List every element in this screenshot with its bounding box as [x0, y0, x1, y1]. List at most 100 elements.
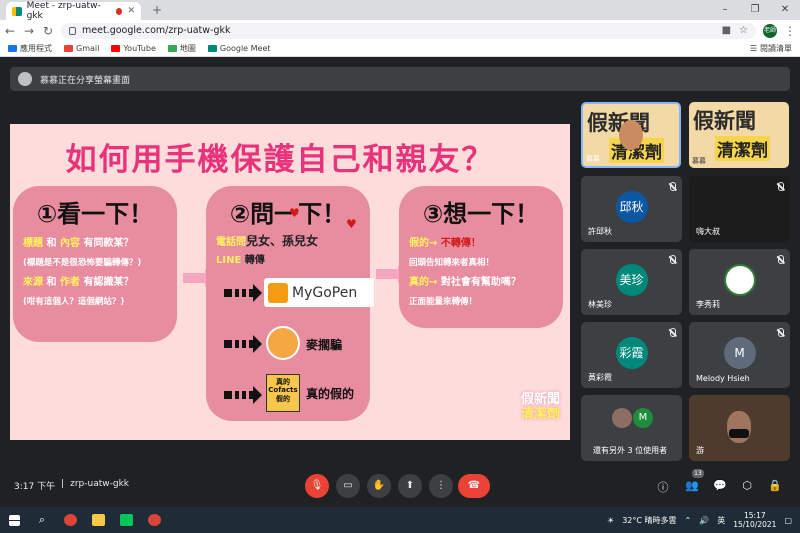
- participant-avatar-image: [723, 264, 756, 296]
- raise-hand-button[interactable]: ✋: [367, 474, 391, 498]
- chrome-icon: [63, 514, 77, 526]
- mic-off-icon: [778, 328, 784, 337]
- windows-taskbar: ⌕ ☀ 32°C 晴時多雲 ⌃ 🔊 英 15:17 15/10/2021 ▢: [0, 507, 800, 533]
- bookmark-apps[interactable]: 應用程式: [8, 43, 52, 54]
- bookmark-meet[interactable]: Google Meet: [207, 44, 271, 53]
- address-bar-actions: ■ ☆: [722, 25, 748, 36]
- weather-text[interactable]: 32°C 晴時多雲: [622, 515, 676, 526]
- card-look-line-4: (咁有這個人？這個網站？): [23, 297, 125, 307]
- address-bar[interactable]: meet.google.com/zrp-uatw-gkk ■ ☆: [61, 22, 756, 39]
- reload-icon[interactable]: ↻: [42, 24, 54, 38]
- people-icon[interactable]: 👥: [685, 479, 699, 492]
- forward-icon[interactable]: →: [23, 24, 35, 38]
- taskbar-explorer[interactable]: [84, 507, 112, 533]
- apps-grid-icon: [8, 45, 17, 52]
- pointer-arrow-icon: [224, 284, 262, 302]
- participant-avatar: 邱秋: [615, 191, 648, 223]
- pointer-arrow-icon: [224, 335, 262, 353]
- meeting-info: 3:17 下午 | zrp-uatw-gkk: [14, 479, 129, 492]
- participant-avatar: 彩霞: [615, 337, 648, 369]
- participant-tile[interactable]: 李秀莉: [689, 249, 790, 315]
- system-tray: ☀ 32°C 晴時多雲 ⌃ 🔊 英 15:17 15/10/2021 ▢: [607, 511, 800, 529]
- activities-icon[interactable]: ⬡: [740, 479, 754, 492]
- notifications-icon[interactable]: ▢: [784, 516, 792, 525]
- leave-call-button[interactable]: ☎: [458, 474, 490, 498]
- camera-toggle-button[interactable]: ▭: [336, 474, 360, 498]
- meeting-code: zrp-uatw-gkk: [70, 479, 130, 489]
- taskbar-chrome-profile[interactable]: [140, 507, 168, 533]
- taskbar-line[interactable]: [112, 507, 140, 533]
- mic-off-icon: [670, 182, 676, 191]
- tab-meet[interactable]: Meet - zrp-uatw-gkk ✕: [6, 1, 141, 21]
- card-ask-line-1: 電話問兒女、孫兒女: [216, 234, 319, 248]
- tray-overflow-icon[interactable]: ⌃: [685, 516, 692, 525]
- host-controls-icon[interactable]: 🔒: [768, 479, 782, 492]
- mailibian-logo: [266, 326, 300, 360]
- reading-list[interactable]: ☰ 閱讀清單: [750, 43, 792, 54]
- more-options-button[interactable]: ⋮: [429, 474, 453, 498]
- maximize-icon[interactable]: ❐: [740, 0, 770, 20]
- participant-tile[interactable]: 嗨大叔: [689, 176, 790, 242]
- chat-icon[interactable]: 💬: [713, 479, 727, 492]
- pointer-arrow-icon: [224, 386, 262, 404]
- tab-title: Meet - zrp-uatw-gkk: [26, 1, 101, 21]
- present-button[interactable]: ⬆: [398, 474, 422, 498]
- recording-dot-icon: [115, 7, 123, 15]
- heart-icon: ♥: [346, 217, 357, 231]
- back-icon[interactable]: ←: [4, 24, 16, 38]
- participant-tile-video[interactable]: 游: [689, 395, 790, 461]
- taskbar-clock[interactable]: 15:17 15/10/2021: [733, 511, 776, 529]
- close-tab-icon[interactable]: ✕: [127, 6, 135, 16]
- close-window-icon[interactable]: ✕: [770, 0, 800, 20]
- minimize-icon[interactable]: –: [710, 0, 740, 20]
- participant-tile-presenter[interactable]: 假新聞 清潔劑 慕慕: [581, 102, 681, 168]
- meet-control-bar: 3:17 下午 | zrp-uatw-gkk 🎙 ▭ ✋ ⬆ ⋮ ☎ ⓘ 13 …: [0, 467, 800, 507]
- bookmark-maps[interactable]: 地圖: [167, 43, 196, 54]
- people-count-badge: 13: [692, 469, 704, 478]
- chrome-profile-icon: [147, 514, 161, 526]
- search-button[interactable]: ⌕: [28, 507, 56, 533]
- arrow-right-icon: [376, 265, 405, 283]
- heart-icon: ♥: [289, 206, 300, 220]
- participant-avatar: M: [723, 337, 756, 369]
- slide-title: 如何用手機保護自己和親友？: [65, 142, 495, 178]
- participant-tile[interactable]: 美珍 林美珍: [581, 249, 682, 315]
- windows-logo-icon: [8, 514, 20, 526]
- camera-indicator-icon[interactable]: ■: [722, 25, 731, 36]
- card-look: ①看一下！ 標題 和 內容 有同款某？ (標題是不是很恐怖要騙轉傳？) 來源 和…: [13, 186, 177, 342]
- mic-toggle-button[interactable]: 🎙: [305, 474, 329, 498]
- new-tab-button[interactable]: +: [152, 3, 162, 17]
- bookmark-star-icon[interactable]: ☆: [739, 25, 748, 36]
- bookmark-gmail[interactable]: Gmail: [64, 44, 99, 53]
- taskbar-chrome[interactable]: [56, 507, 84, 533]
- presenter-face: [619, 120, 643, 150]
- mygopen-logo: MyGoPen: [264, 278, 374, 307]
- weather-icon: ☀: [607, 515, 615, 525]
- arrow-right-icon: [183, 269, 212, 287]
- ime-indicator[interactable]: 英: [717, 515, 725, 526]
- shared-slide: 如何用手機保護自己和親友？ ①看一下！ 標題 和 內容 有同款某？ (標題是不是…: [10, 124, 570, 440]
- bookmark-youtube[interactable]: YouTube: [111, 44, 156, 53]
- volume-icon[interactable]: 🔊: [699, 516, 709, 525]
- participant-tile[interactable]: 邱秋 許邱秋: [581, 176, 682, 242]
- meeting-time: 3:17 下午: [14, 482, 56, 492]
- card-look-line-1: 標題 和 內容 有同款某？: [23, 238, 134, 249]
- card-think-heading: ③想一下！: [422, 200, 540, 228]
- menu-icon[interactable]: ⋮: [784, 24, 796, 38]
- watermark-logo: 假新聞 清潔劑: [520, 392, 560, 422]
- participant-tile[interactable]: 彩霞 黃彩霞: [581, 322, 682, 388]
- meet-icon: [207, 45, 217, 52]
- profile-avatar[interactable]: 老師: [763, 23, 777, 38]
- info-icon[interactable]: ⓘ: [656, 479, 670, 495]
- cofacts-logo: 真的 Cofacts 假的: [266, 374, 300, 412]
- window-controls: – ❐ ✕: [710, 0, 800, 20]
- card-think-line-1: 假的→ 不轉傳！: [409, 238, 481, 249]
- participant-tile-screen[interactable]: 假新聞 清潔劑 慕慕: [689, 102, 789, 168]
- folder-icon: [91, 514, 105, 526]
- windows-start-button[interactable]: [0, 507, 28, 533]
- participant-tile[interactable]: M Melody Hsieh: [689, 322, 790, 388]
- mailibian-label: 麥擱騙: [306, 338, 343, 352]
- participant-avatar: 美珍: [615, 264, 648, 296]
- search-icon: ⌕: [38, 513, 46, 526]
- participant-tile-more[interactable]: M 還有另外 3 位使用者: [581, 395, 682, 461]
